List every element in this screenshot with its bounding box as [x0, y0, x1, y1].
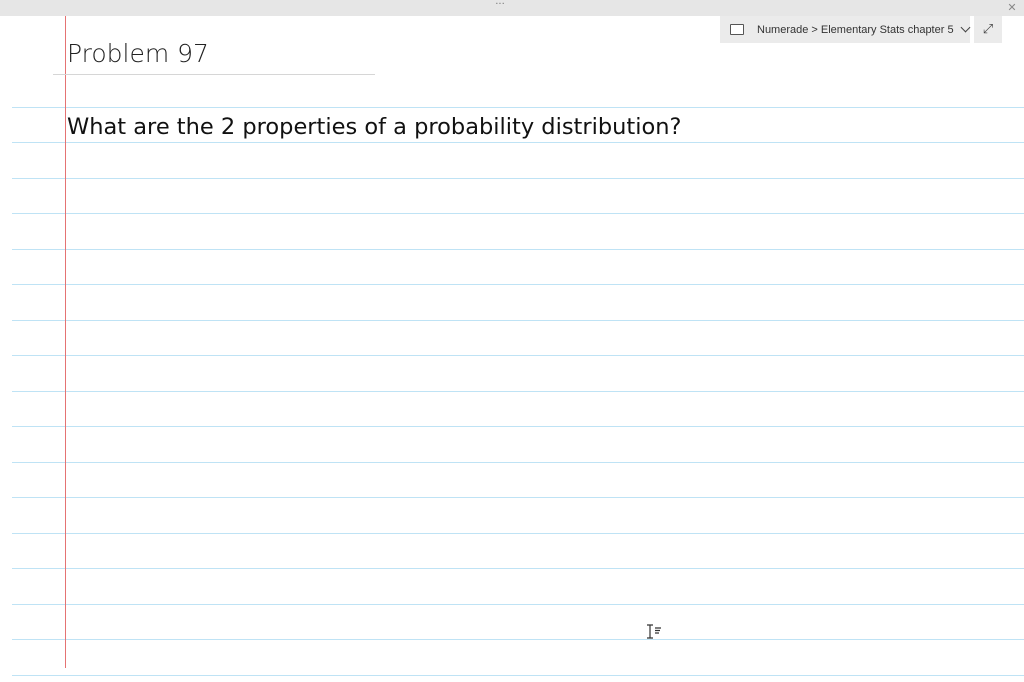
ruled-line: [12, 639, 1024, 640]
ruled-line: [12, 533, 1024, 534]
ruled-line: [12, 426, 1024, 427]
ruled-line: [12, 497, 1024, 498]
ruled-line: [12, 568, 1024, 569]
expand-icon: ⤢: [982, 22, 994, 37]
ruled-line: [12, 284, 1024, 285]
notebook-icon: [730, 24, 744, 35]
title-divider: [53, 74, 375, 75]
onenote-window: ··· ✕ Problem 97 What are the 2 properti…: [0, 0, 1024, 682]
text-cursor-icon: [647, 624, 661, 639]
ruled-line: [12, 213, 1024, 214]
ruled-line: [12, 249, 1024, 250]
ruled-line: [12, 320, 1024, 321]
ruled-line: [12, 355, 1024, 356]
ruled-line: [12, 675, 1024, 676]
ruled-line: [12, 178, 1024, 179]
page-title[interactable]: Problem 97: [67, 38, 209, 70]
chevron-down-icon[interactable]: [960, 22, 971, 33]
question-text[interactable]: What are the 2 properties of a probabili…: [67, 111, 681, 143]
ruled-line: [12, 462, 1024, 463]
title-bar: ··· ✕: [0, 0, 1024, 16]
close-icon[interactable]: ✕: [1004, 1, 1020, 15]
more-options-icon[interactable]: ···: [488, 0, 512, 14]
notebook-breadcrumb[interactable]: Numerade > Elementary Stats chapter 5: [720, 16, 971, 43]
ruled-line: [12, 391, 1024, 392]
note-page[interactable]: Problem 97 What are the 2 properties of …: [0, 16, 1024, 682]
breadcrumb-path: Numerade > Elementary Stats chapter 5: [757, 23, 954, 36]
ruled-line: [12, 604, 1024, 605]
expand-button[interactable]: ⤢: [974, 16, 1002, 43]
margin-line: [65, 16, 66, 668]
ruled-line: [12, 107, 1024, 108]
